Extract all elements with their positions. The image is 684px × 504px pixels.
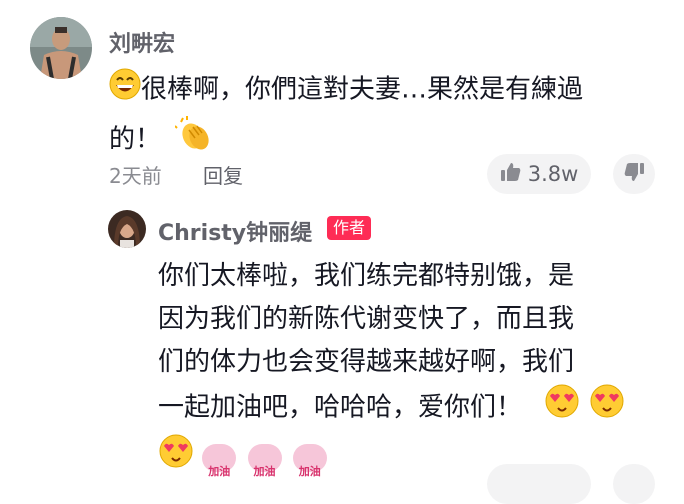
jiayou-sticker: 加油 <box>292 444 327 478</box>
comment-text: 很棒啊，你們這對夫妻…果然是有練過 的！ <box>109 68 669 164</box>
dislike-button[interactable] <box>613 154 655 194</box>
jiayou-sticker: 加油 <box>247 444 282 478</box>
like-button[interactable]: 3.8w <box>487 154 591 194</box>
reply-username[interactable]: Christy钟丽缇 <box>158 215 312 247</box>
reply-text-line: 一起加油吧，哈哈哈，爱你们！ <box>158 392 523 423</box>
reply-text-line: 们的体力也会变得越来越好啊，我们 <box>158 347 575 377</box>
grinning-face-emoji <box>109 68 141 112</box>
heart-eyes-emoji <box>544 384 580 432</box>
comment-time: 2天前 <box>109 164 162 188</box>
reply-text-line: 你们太棒啦，我们练完都特别饿，是 <box>158 261 575 291</box>
reply-text: 你们太棒啦，我们练完都特别饿，是 因为我们的新陈代谢变快了，而且我 们的体力也会… <box>158 255 668 482</box>
reply-button[interactable]: 回复 <box>203 160 243 189</box>
comment-text-line2: 的！ <box>109 124 162 155</box>
heart-eyes-emoji <box>589 384 625 432</box>
comment-text-line1: 很棒啊，你們這對夫妻…果然是有練過 <box>141 74 584 105</box>
jiayou-sticker-label: 加油 <box>298 465 321 478</box>
heart-eyes-emoji <box>158 434 194 482</box>
dislike-button-partial[interactable] <box>613 464 655 504</box>
jiayou-sticker-label: 加油 <box>253 465 276 478</box>
thumbs-up-icon <box>500 161 522 187</box>
clapping-hands-emoji <box>174 116 213 164</box>
commenter-username[interactable]: 刘畊宏 <box>109 26 175 58</box>
commenter-avatar[interactable] <box>30 17 92 79</box>
author-badge: 作者 <box>327 216 372 240</box>
reply-text-line: 因为我们的新陈代谢变快了，而且我 <box>158 304 575 334</box>
like-count: 3.8w <box>527 162 579 186</box>
like-button-partial[interactable] <box>487 464 591 504</box>
jiayou-sticker: 加油 <box>202 444 237 478</box>
reply-avatar[interactable] <box>108 210 146 248</box>
jiayou-sticker-label: 加油 <box>208 465 231 478</box>
thumbs-down-icon <box>623 161 645 187</box>
